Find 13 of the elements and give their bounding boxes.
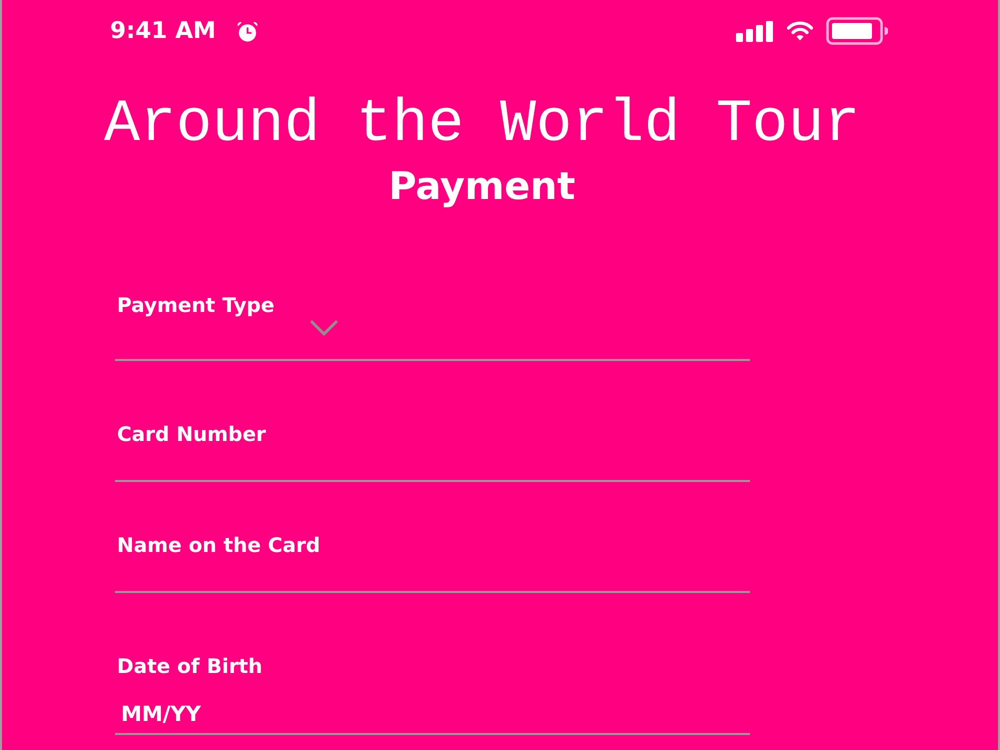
field-label: Card Number xyxy=(116,422,266,446)
alarm-clock-icon xyxy=(236,20,259,42)
text-input-field[interactable]: MM/YY xyxy=(115,678,750,735)
wifi-icon xyxy=(787,21,813,41)
page-heading: Payment xyxy=(388,167,576,205)
chevron-down-icon xyxy=(310,320,338,336)
battery-icon xyxy=(826,17,888,45)
app-title: Around the World Tour xyxy=(104,95,860,155)
field-label: Date of Birth xyxy=(116,654,262,678)
signal-bars-icon xyxy=(736,20,774,42)
field-label: Payment Type xyxy=(116,293,274,317)
status-time: 9:41 AM xyxy=(110,20,216,42)
field-label: Name on the Card xyxy=(116,533,320,557)
